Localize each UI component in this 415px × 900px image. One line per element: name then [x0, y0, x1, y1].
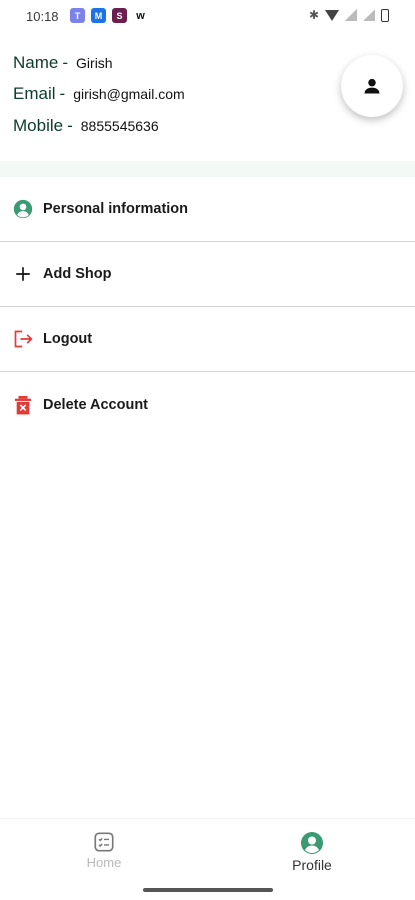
status-time: 10:18: [26, 9, 59, 24]
mobile-value: 8855545636: [80, 118, 159, 134]
nav-tab-profile[interactable]: Profile: [252, 831, 372, 873]
logout-icon: [13, 329, 33, 349]
signal-off-icon: [345, 9, 357, 21]
menu-item-add-shop[interactable]: Add Shop: [0, 242, 415, 307]
slack-icon: S: [112, 8, 127, 23]
person-icon: [364, 78, 380, 94]
nav-tab-home[interactable]: Home: [44, 831, 164, 870]
home-indicator[interactable]: [143, 888, 273, 892]
separator: -: [62, 53, 69, 72]
delete-icon: [13, 395, 33, 415]
wifi-icon: [325, 9, 339, 21]
teams-icon: T: [70, 8, 85, 23]
menu-item-delete-account[interactable]: Delete Account: [0, 372, 415, 437]
email-label: Email: [13, 84, 56, 103]
notification-icons: T M S w: [70, 8, 148, 23]
menu-item-label: Personal information: [43, 201, 189, 217]
separator: -: [59, 84, 66, 103]
menu-item-label: Add Shop: [43, 266, 112, 282]
menu-item-personal-information[interactable]: Personal information: [0, 177, 415, 242]
w-icon: w: [136, 9, 145, 22]
email-value: girish@gmail.com: [73, 86, 185, 102]
mobile-label: Mobile: [13, 116, 64, 135]
menu-item-label: Delete Account: [43, 396, 149, 413]
plus-icon: [13, 264, 33, 284]
nav-label-home: Home: [86, 855, 122, 870]
user-circle-icon: [13, 199, 33, 219]
signal-off-icon: [363, 9, 375, 21]
menu-item-logout[interactable]: Logout: [0, 307, 415, 372]
name-value: Girish: [76, 55, 113, 71]
email-row: Email - girish@gmail.com: [13, 84, 185, 104]
home-list-icon: [94, 832, 114, 852]
battery-icon: [381, 8, 389, 22]
separator: -: [67, 116, 73, 135]
profile-menu: Personal information Add Shop Logout Del…: [0, 177, 415, 437]
name-label: Name: [13, 53, 59, 72]
menu-item-label: Logout: [43, 331, 93, 347]
nav-label-profile: Profile: [292, 857, 332, 873]
section-divider-band: [0, 161, 415, 177]
profile-icon: [301, 832, 323, 854]
bluetooth-icon: ✱: [308, 8, 319, 22]
system-icons: ✱: [309, 8, 389, 22]
status-bar: 10:18 T M S w ✱: [0, 0, 415, 32]
meet-icon: M: [91, 8, 106, 23]
name-row: Name - Girish: [13, 53, 113, 73]
avatar-button[interactable]: [341, 55, 403, 117]
mobile-row: Mobile - 8855545636: [13, 116, 159, 136]
